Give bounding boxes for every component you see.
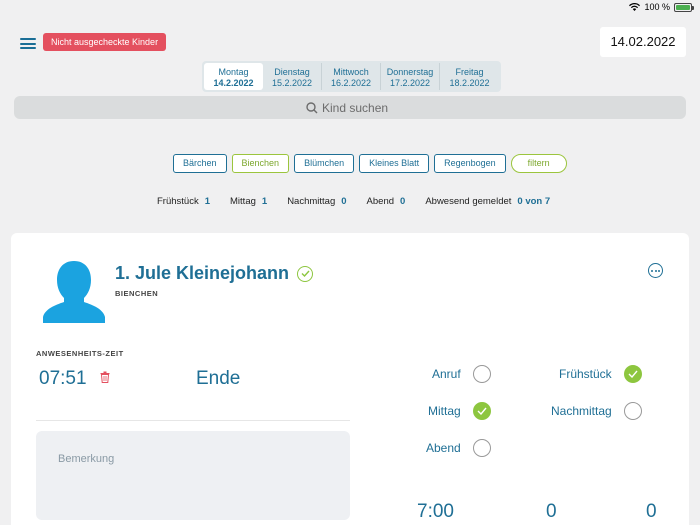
child-name-row: 1. Jule Kleinejohann — [115, 263, 314, 284]
stat-label: Nachmittag — [287, 196, 336, 207]
tab-tuesday[interactable]: Dienstag 15.2.2022 — [263, 63, 322, 90]
hamburger-menu-icon[interactable] — [20, 38, 36, 49]
checkbox-label: Abend — [426, 441, 461, 455]
group-bluemchen-button[interactable]: Blümchen — [294, 154, 355, 173]
checkmark-icon — [472, 402, 491, 420]
group-filter-bar: Bärchen Bienchen Blümchen Kleines Blatt … — [173, 154, 567, 173]
wifi-icon — [629, 3, 641, 11]
stat-value: 1 — [204, 196, 211, 207]
group-bienchen-button[interactable]: Bienchen — [231, 154, 290, 173]
remark-input[interactable] — [58, 453, 328, 498]
stat-item: Abwesend gemeldet 0 von 7 — [425, 196, 550, 207]
bottom-time-value: 7:00 — [417, 501, 454, 522]
avatar — [43, 261, 105, 323]
tab-day-date: 18.2.2022 — [449, 78, 490, 88]
tab-monday[interactable]: Montag 14.2.2022 — [204, 63, 263, 90]
tab-thursday[interactable]: Donnerstag 17.2.2022 — [381, 63, 440, 90]
checked-in-icon — [297, 265, 314, 282]
group-kleines-blatt-button[interactable]: Kleines Blatt — [359, 154, 430, 173]
weekday-tabs: Montag 14.2.2022 Dienstag 15.2.2022 Mittwo… — [202, 61, 501, 92]
tab-day-date: 16.2.2022 — [330, 78, 372, 88]
checkbox-label: Anruf — [432, 367, 461, 381]
stat-item: Mittag 1 — [230, 196, 267, 207]
battery-icon — [674, 2, 694, 12]
tab-day-date: 15.2.2022 — [271, 78, 313, 88]
tab-day-name: Mittwoch — [333, 67, 369, 77]
attendance-label: ANWESENHEITS-ZEIT — [36, 349, 124, 358]
checkbox-anruf[interactable]: Anruf — [432, 365, 491, 383]
checkbox-mittag[interactable]: Mittag — [428, 402, 491, 420]
checkbox-fruehstueck[interactable]: Frühstück — [559, 365, 642, 383]
stat-label: Frühstück — [157, 196, 199, 207]
group-regenbogen-button[interactable]: Regenbogen — [434, 154, 506, 173]
filter-button[interactable]: filtern — [510, 154, 567, 173]
checkbox-label: Nachmittag — [551, 404, 612, 418]
child-name: 1. Jule Kleinejohann — [115, 263, 290, 283]
checkbox-label: Frühstück — [559, 367, 612, 381]
search-input[interactable] — [322, 100, 394, 115]
end-time-button[interactable]: Ende — [196, 368, 240, 390]
bottom-value: 0 — [546, 501, 557, 522]
stat-item: Abend 0 — [367, 196, 406, 207]
child-group-label: BIENCHEN — [115, 289, 159, 298]
status-bar: 100 % — [629, 2, 694, 12]
start-time[interactable]: 07:51 — [39, 368, 87, 390]
stat-value: 0 von 7 — [517, 196, 551, 207]
checkmark-icon — [623, 365, 642, 383]
tab-day-name: Donnerstag — [386, 67, 434, 77]
stat-label: Abwesend gemeldet — [425, 196, 512, 207]
stat-value: 0 — [400, 196, 406, 207]
checkbox-nachmittag[interactable]: Nachmittag — [551, 402, 642, 420]
stat-value: 1 — [261, 196, 268, 207]
bottom-value: 0 — [646, 501, 657, 522]
tab-wednesday[interactable]: Mittwoch 16.2.2022 — [322, 63, 381, 90]
more-options-icon[interactable] — [648, 263, 663, 278]
unchecked-children-button[interactable]: Nicht ausgecheckte Kinder — [43, 33, 167, 51]
search-bar[interactable] — [14, 96, 686, 119]
tab-day-name: Freitag — [455, 67, 484, 77]
tab-day-name: Montag — [218, 67, 249, 77]
tab-day-date: 14.2.2022 — [213, 78, 254, 88]
group-baerchen-button[interactable]: Bärchen — [173, 154, 227, 173]
unchecked-circle-icon — [623, 402, 642, 420]
date-picker[interactable]: 14.02.2022 — [600, 27, 686, 57]
tab-day-name: Dienstag — [274, 67, 310, 77]
meal-stats: Frühstück 1 Mittag 1 Nachmittag 0 Abend 0 Ab… — [157, 196, 550, 207]
unchecked-circle-icon — [472, 439, 491, 457]
unchecked-circle-icon — [472, 365, 491, 383]
stat-item: Frühstück 1 — [157, 196, 210, 207]
trash-icon[interactable] — [100, 371, 110, 383]
tab-friday[interactable]: Freitag 18.2.2022 — [440, 63, 499, 90]
remark-box[interactable] — [36, 431, 350, 520]
child-card: 1. Jule Kleinejohann BIENCHEN ANWESENHEI… — [11, 233, 689, 525]
divider — [36, 420, 350, 421]
checkbox-label: Mittag — [428, 404, 461, 418]
stat-label: Mittag — [230, 196, 256, 207]
search-icon — [306, 101, 318, 113]
checkbox-abend[interactable]: Abend — [426, 439, 491, 457]
stat-item: Nachmittag 0 — [287, 196, 346, 207]
stat-label: Abend — [366, 196, 395, 207]
battery-percent: 100 % — [644, 2, 670, 12]
stat-value: 0 — [341, 196, 347, 207]
tab-day-date: 17.2.2022 — [389, 78, 431, 88]
